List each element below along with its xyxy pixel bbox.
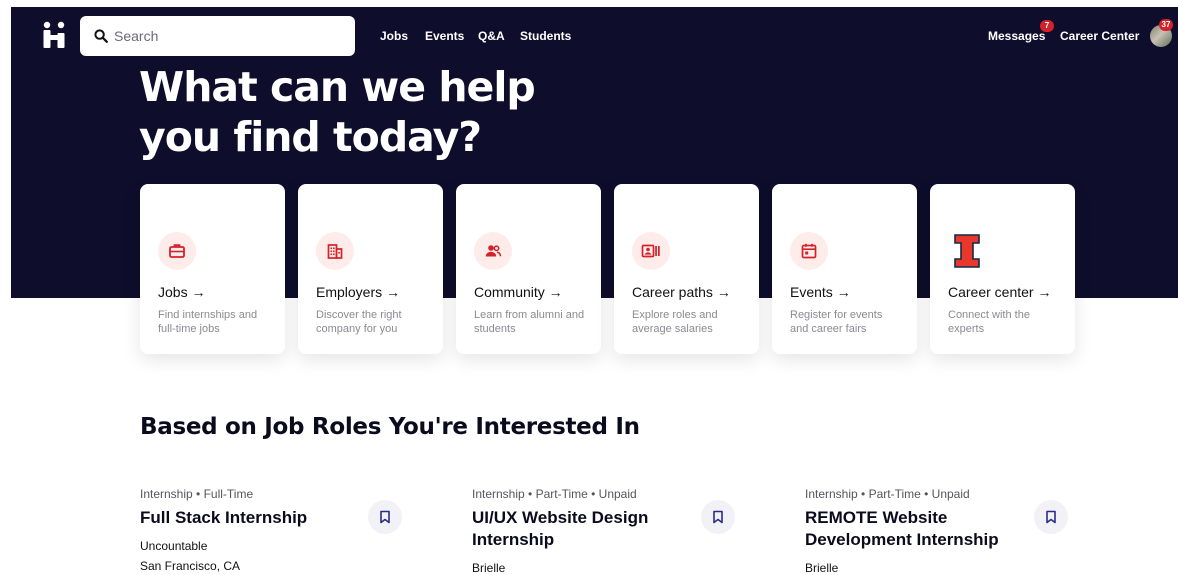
bookmark-icon [1046,510,1056,524]
hero-headline-line-2: you find today? [139,113,482,161]
top-navigation-bar: Jobs Events Q&A Students Messages 7 Care… [11,7,1178,65]
nav-events-link[interactable]: Events [425,29,464,43]
bookmark-button[interactable] [368,500,402,534]
card-jobs-description: Find internships and full-time jobs [158,309,258,335]
search-box[interactable] [80,16,355,56]
job-company[interactable]: Uncountable [140,539,410,553]
nav-career-center-link[interactable]: Career Center [1060,29,1139,43]
nav-students-link[interactable]: Students [520,29,571,43]
job-type-meta: Internship • Part-Time • Unpaid [805,487,970,501]
card-career-center-title: Career center → [948,284,1052,300]
card-employers-description: Discover the right company for you [316,309,402,335]
bookmark-button[interactable] [1034,500,1068,534]
messages-count-badge: 7 [1040,20,1054,32]
profile-notification-badge: 37 [1159,19,1173,31]
briefcase-icon [169,244,185,258]
job-title[interactable]: REMOTE Website Development Internship [805,507,1027,551]
card-events-description: Register for events and career fairs [790,309,883,335]
nav-qa-link[interactable]: Q&A [478,29,505,43]
card-employers[interactable]: Employers → Discover the right company f… [298,184,443,354]
card-jobs-title: Jobs → [158,284,206,300]
job-card-1[interactable]: Internship • Full-Time Full Stack Intern… [140,487,410,573]
building-icon [327,244,343,259]
card-community-title: Community → [474,284,563,300]
search-icon [94,29,108,43]
calendar-icon [801,243,817,259]
job-location: San Francisco, CA [140,559,241,573]
card-career-paths-title: Career paths → [632,284,731,300]
job-type-meta: Internship • Full-Time [140,487,254,501]
card-career-paths[interactable]: Career paths → Explore roles and average… [614,184,759,354]
hero-headline-line-1: What can we help [139,63,536,111]
card-events-title: Events → [790,284,851,300]
card-community[interactable]: Community → Learn from alumni and studen… [456,184,601,354]
card-career-paths-description: Explore roles and average salaries [632,309,718,335]
card-community-description: Learn from alumni and students [474,309,585,335]
job-company[interactable]: Brielle [472,561,742,575]
card-events[interactable]: Events → Register for events and career … [772,184,917,354]
block-i-logo-icon [954,234,980,268]
job-card-3[interactable]: Internship • Part-Time • Unpaid REMOTE W… [805,487,1075,575]
hero-headline: What can we help you find today? [139,62,536,162]
card-employers-title: Employers → [316,284,401,300]
card-jobs[interactable]: Jobs → Find internships and full-time jo… [140,184,285,354]
card-career-center-description: Connect with the experts [948,309,1030,335]
card-career-center[interactable]: Career center → Connect with the experts [930,184,1075,354]
section-title: Based on Job Roles You're Interested In [140,414,640,440]
nav-messages-link[interactable]: Messages [988,29,1045,43]
bookmark-icon [713,510,723,524]
people-icon [485,245,502,257]
bookmark-button[interactable] [701,500,735,534]
nav-jobs-link[interactable]: Jobs [380,29,408,43]
handshake-logo-icon[interactable] [42,21,68,49]
id-card-icon [641,244,660,258]
job-card-2[interactable]: Internship • Part-Time • Unpaid UI/UX We… [472,487,742,575]
search-input[interactable] [114,28,334,44]
job-type-meta: Internship • Part-Time • Unpaid [472,487,637,501]
job-title[interactable]: Full Stack Internship [140,507,362,529]
bookmark-icon [380,510,390,524]
job-company[interactable]: Brielle [805,561,1075,575]
job-title[interactable]: UI/UX Website Design Internship [472,507,694,551]
